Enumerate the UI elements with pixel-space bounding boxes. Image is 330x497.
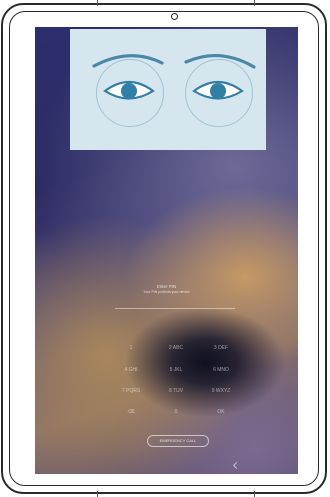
eye-open-icon (92, 54, 164, 100)
frame-tick (254, 0, 255, 6)
iris-scan-illustration (70, 29, 266, 150)
keypad-key[interactable]: 1 (117, 345, 145, 351)
keypad-key[interactable]: 7 PQRS (117, 388, 145, 394)
frame-tick (97, 491, 98, 497)
front-camera-icon (171, 13, 178, 20)
emergency-call-button[interactable]: EMERGENCY CALL (147, 435, 209, 447)
frame-tick (254, 491, 255, 497)
keypad-key[interactable]: 0 (162, 409, 190, 415)
pin-input-underline[interactable] (115, 308, 235, 309)
backspace-key[interactable]: ⌫ (117, 409, 145, 415)
back-arrow-icon[interactable] (232, 461, 241, 470)
pin-title: Enter PIN (156, 284, 177, 289)
frame-tick (97, 0, 98, 6)
keypad-key[interactable]: 6 MNO (207, 367, 235, 373)
keypad-key[interactable]: 3 DEF (207, 345, 235, 351)
pin-subtitle: Your PIN protects your device (143, 290, 190, 294)
keypad-key[interactable]: 4 GHI (117, 367, 145, 373)
eyes-graphic (92, 53, 256, 100)
keypad-key[interactable]: 2 ABC (162, 345, 190, 351)
ok-key[interactable]: OK (207, 409, 235, 415)
keypad-key[interactable]: 5 JKL (162, 367, 190, 373)
eye-open-icon (184, 53, 256, 100)
keypad-key[interactable]: 9 WXYZ (207, 388, 235, 394)
keypad-key[interactable]: 8 TUV (162, 388, 190, 394)
